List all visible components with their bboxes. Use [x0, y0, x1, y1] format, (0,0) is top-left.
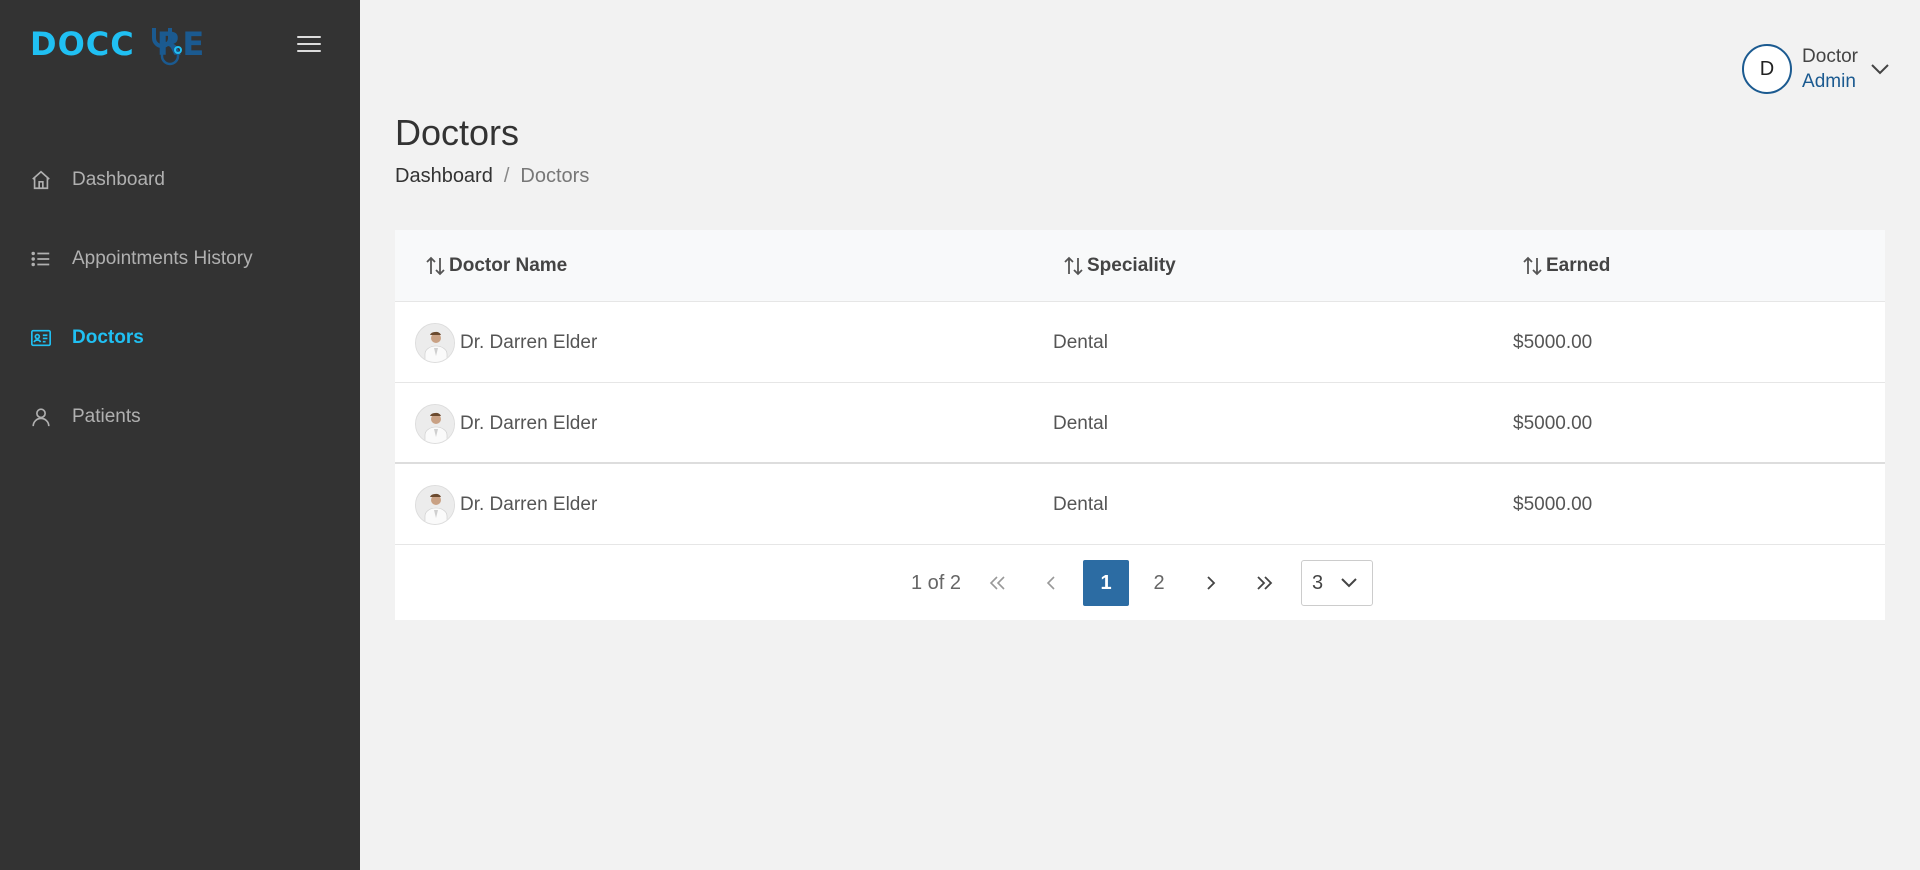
sidebar-item-label: Appointments History — [72, 247, 253, 269]
home-icon — [30, 169, 52, 191]
avatar: D — [1742, 44, 1793, 94]
doctor-name-cell[interactable]: Dr. Darren Elder — [415, 383, 597, 464]
pagination: 1 of 2 1 2 3 — [395, 546, 1885, 620]
sidebar-item-doctors[interactable]: Doctors — [0, 298, 360, 377]
chevron-down-icon — [1871, 64, 1889, 75]
last-page-button[interactable] — [1241, 560, 1287, 606]
user-names: Doctor Admin — [1802, 44, 1858, 94]
earned-cell: $5000.00 — [1513, 331, 1593, 353]
earned-cell: $5000.00 — [1513, 493, 1593, 515]
hamburger-icon-line — [297, 43, 321, 45]
stethoscope-icon — [152, 28, 182, 66]
logo[interactable]: DOCC RE — [30, 22, 205, 66]
doctor-name: Dr. Darren Elder — [460, 412, 598, 434]
chevron-left-icon — [1046, 576, 1055, 590]
double-chevron-left-icon — [989, 576, 1005, 590]
sort-icon — [1523, 256, 1542, 276]
page-button-1[interactable]: 1 — [1083, 560, 1129, 606]
table-header: Doctor Name Speciality Earned — [395, 230, 1885, 302]
doctor-name: Dr. Darren Elder — [460, 493, 598, 515]
hamburger-icon-line — [297, 36, 321, 38]
sidebar-item-patients[interactable]: Patients — [0, 377, 360, 456]
page-button-2[interactable]: 2 — [1136, 560, 1182, 606]
sidebar-nav: Dashboard Appointments History Doctors P… — [0, 140, 360, 456]
menu-toggle-button[interactable] — [297, 36, 321, 56]
table-row: Dr. Darren Elder Dental $5000.00 — [395, 302, 1885, 383]
doctor-avatar — [415, 322, 455, 363]
first-page-button[interactable] — [975, 560, 1021, 606]
page-size-select[interactable]: 3 — [1301, 560, 1373, 606]
sort-icon — [1064, 256, 1083, 276]
breadcrumb-separator: / — [503, 165, 510, 187]
user-icon — [30, 406, 52, 428]
page-size-value: 3 — [1312, 571, 1324, 594]
column-header-label: Speciality — [1087, 255, 1176, 276]
pagination-info: 1 of 2 — [911, 571, 962, 594]
column-header-earned[interactable]: Earned — [1522, 230, 1610, 302]
sidebar-item-label: Doctors — [72, 326, 144, 348]
column-header-doctor-name[interactable]: Doctor Name — [425, 230, 567, 302]
doctor-avatar — [415, 484, 455, 525]
sort-icon — [426, 256, 445, 276]
column-header-label: Doctor Name — [449, 255, 568, 276]
breadcrumb-current: Doctors — [520, 165, 590, 187]
user-name: Doctor — [1802, 46, 1858, 67]
next-page-button[interactable] — [1188, 560, 1234, 606]
chevron-right-icon — [1207, 576, 1216, 590]
speciality-cell: Dental — [1053, 331, 1108, 353]
chevron-down-icon — [1341, 578, 1357, 588]
list-icon — [30, 248, 52, 270]
table-row: Dr. Darren Elder Dental $5000.00 — [395, 464, 1885, 545]
column-header-label: Earned — [1546, 255, 1611, 276]
breadcrumb: Dashboard / Doctors — [395, 165, 589, 188]
sidebar: DOCC RE Dashboard Appointments History D… — [0, 0, 360, 870]
speciality-cell: Dental — [1053, 493, 1108, 515]
doctor-name: Dr. Darren Elder — [460, 331, 598, 353]
column-header-speciality[interactable]: Speciality — [1063, 230, 1176, 302]
sidebar-item-label: Patients — [72, 405, 141, 427]
earned-cell: $5000.00 — [1513, 412, 1593, 434]
doctors-table-card: Doctor Name Speciality Earned Dr. Darren… — [395, 230, 1885, 620]
doctor-name-cell[interactable]: Dr. Darren Elder — [415, 302, 597, 383]
sidebar-item-label: Dashboard — [72, 168, 165, 190]
hamburger-icon-line — [297, 50, 321, 52]
double-chevron-right-icon — [1257, 576, 1273, 590]
doctor-name-cell[interactable]: Dr. Darren Elder — [415, 464, 597, 545]
sidebar-item-appointments-history[interactable]: Appointments History — [0, 219, 360, 298]
table-row: Dr. Darren Elder Dental $5000.00 — [395, 383, 1885, 464]
id-card-icon — [30, 327, 52, 349]
sidebar-item-dashboard[interactable]: Dashboard — [0, 140, 360, 219]
breadcrumb-dashboard-link[interactable]: Dashboard — [395, 165, 493, 188]
user-menu[interactable]: D Doctor Admin — [1742, 44, 1890, 94]
user-role: Admin — [1802, 71, 1856, 92]
doctor-avatar — [415, 403, 455, 444]
speciality-cell: Dental — [1053, 412, 1108, 434]
page-title: Doctors — [395, 112, 520, 153]
previous-page-button[interactable] — [1028, 560, 1074, 606]
